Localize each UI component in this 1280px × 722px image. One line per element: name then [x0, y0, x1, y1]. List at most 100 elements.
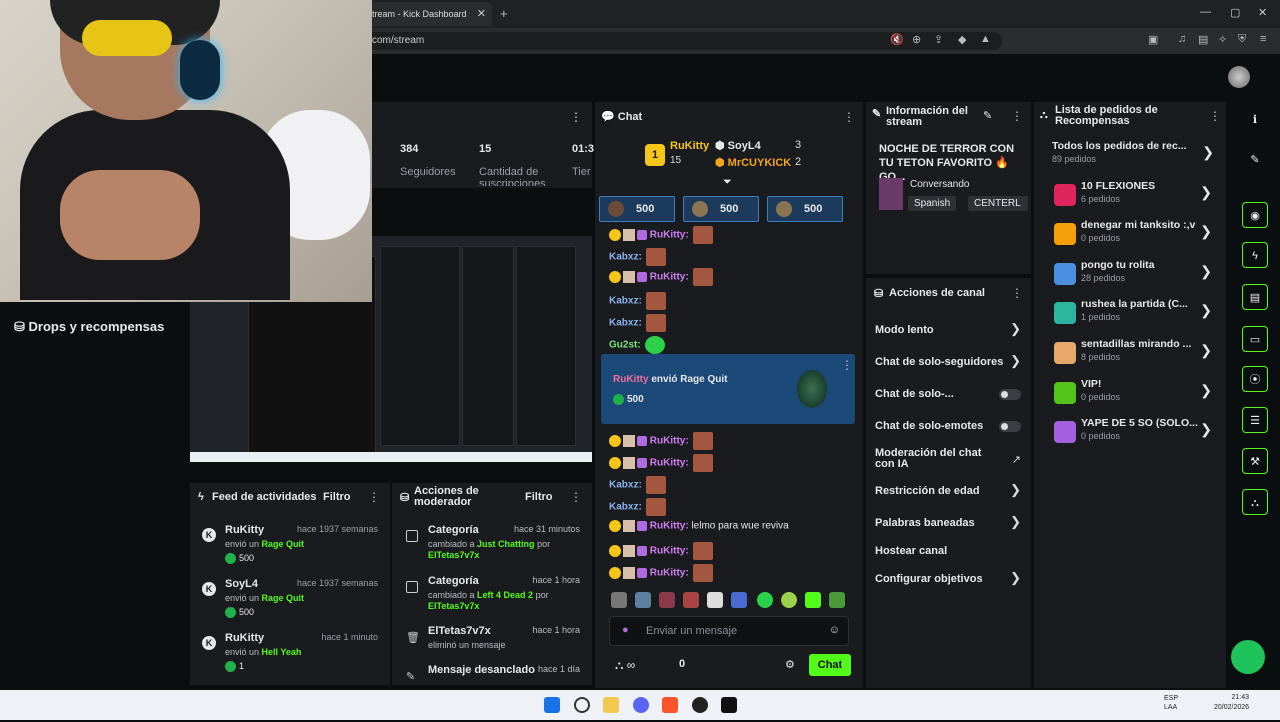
edit-icon[interactable]: ✎: [1242, 147, 1268, 173]
filter-button[interactable]: Filtro: [525, 491, 553, 503]
chevron-right-icon[interactable]: ❯: [1010, 570, 1021, 586]
broadcast-icon[interactable]: ⦿: [1242, 366, 1268, 392]
external-link-icon[interactable]: ↗: [1012, 453, 1021, 466]
reward-item[interactable]: sentadillas mirando ... 8 pedidos ❯: [1042, 338, 1222, 374]
emote-button[interactable]: [757, 592, 773, 608]
send-chat-button[interactable]: Chat: [809, 654, 851, 676]
emote-button[interactable]: [829, 592, 845, 608]
search-icon[interactable]: [574, 697, 590, 713]
chat-input[interactable]: ● Enviar un mensaje ☺: [609, 616, 849, 646]
sidebar-icon[interactable]: ▣: [1148, 33, 1158, 46]
new-tab-icon[interactable]: +: [500, 6, 508, 21]
filter-button[interactable]: Filtro: [323, 491, 351, 503]
action-slow-mode[interactable]: Modo lento: [875, 324, 1025, 336]
language-indicator[interactable]: ESP LAA: [1164, 694, 1178, 712]
chat-message[interactable]: Gu2st:: [609, 336, 665, 354]
reward-item[interactable]: denegar mi tanksito :,v 0 pedidos ❯: [1042, 219, 1222, 255]
stats-menu-icon[interactable]: ⋮: [570, 110, 582, 124]
browser-tab[interactable]: tream - Kick Dashboard ✕: [362, 2, 492, 26]
chat-message[interactable]: RuKitty:: [609, 226, 713, 244]
actions-menu-icon[interactable]: ⋮: [1011, 286, 1023, 300]
emote-button[interactable]: [731, 592, 747, 608]
emote-button[interactable]: [683, 592, 699, 608]
gift-card[interactable]: 500: [767, 196, 843, 222]
collapse-icon[interactable]: ⏷: [723, 176, 732, 189]
points-icon[interactable]: ⛬ ∞: [615, 658, 635, 673]
gift-card[interactable]: 500: [683, 196, 759, 222]
action-ai-moderation[interactable]: Moderación del chat con IA: [875, 448, 1000, 470]
obs-icon[interactable]: [692, 697, 708, 713]
help-chat-button[interactable]: [1231, 640, 1265, 674]
wallet-icon[interactable]: ▤: [1198, 33, 1208, 46]
chat-message[interactable]: Kabxz:: [609, 292, 666, 310]
chat-message[interactable]: Kabxz:: [609, 498, 666, 516]
reward-item-all[interactable]: Todos los pedidos de rec... 89 pedidos ❯: [1044, 140, 1224, 176]
address-bar[interactable]: com/stream: [362, 32, 1002, 50]
file-explorer-icon[interactable]: [603, 697, 619, 713]
edit-icon[interactable]: ✎: [983, 109, 992, 122]
action-banned-words[interactable]: Palabras baneadas: [875, 517, 975, 529]
media-icon[interactable]: ♫: [1178, 33, 1186, 45]
avatar[interactable]: [1228, 66, 1250, 88]
gift-card[interactable]: 500: [599, 196, 675, 222]
chat-menu-icon[interactable]: ⋮: [843, 110, 855, 124]
start-icon[interactable]: [544, 697, 560, 713]
camera-icon[interactable]: ◉: [1242, 202, 1268, 228]
action-host-channel[interactable]: Hostear canal: [875, 545, 947, 557]
chat-settings-icon[interactable]: ⚙: [785, 658, 795, 671]
leaderboard-first[interactable]: RuKitty: [670, 140, 709, 152]
leaderboard-second[interactable]: ⬢ SoyL4: [715, 139, 761, 152]
emotes-only-toggle[interactable]: [999, 421, 1021, 432]
discord-icon[interactable]: [633, 697, 649, 713]
chevron-right-icon[interactable]: ❯: [1010, 482, 1021, 498]
chevron-right-icon[interactable]: ❯: [1010, 514, 1021, 530]
chat-message[interactable]: RuKitty:: [609, 542, 713, 560]
reward-item[interactable]: rushea la partida (C... 1 pedidos ❯: [1042, 298, 1222, 334]
rewards-icon[interactable]: ⛬: [1242, 489, 1268, 515]
mute-icon[interactable]: 🔇: [890, 33, 904, 46]
mic-icon[interactable]: ●: [622, 624, 629, 636]
emote-button[interactable]: [611, 592, 627, 608]
action-age-restriction[interactable]: Restricción de edad: [875, 485, 980, 497]
chevron-right-icon[interactable]: ❯: [1010, 321, 1021, 337]
chevron-right-icon[interactable]: ❯: [1010, 353, 1021, 369]
brave-icon[interactable]: [662, 697, 678, 713]
chat-message[interactable]: Kabxz:: [609, 476, 666, 494]
chat-message[interactable]: RuKitty:: [609, 454, 713, 472]
leaderboard-third[interactable]: ⬢ MrCUYKICK: [715, 156, 791, 169]
chat-icon[interactable]: ▭: [1242, 326, 1268, 352]
gift-alert-card[interactable]: RuKitty envió Rage Quit 500 ⋮: [601, 354, 855, 424]
emote-button[interactable]: [781, 592, 797, 608]
notes-icon[interactable]: ▤: [1242, 284, 1268, 310]
reward-item[interactable]: YAPE DE 5 SO (SOLO... 0 pedidos ❯: [1042, 417, 1222, 453]
emote-button[interactable]: [805, 592, 821, 608]
minimize-icon[interactable]: —: [1200, 6, 1211, 18]
menu-icon[interactable]: ≡: [1260, 33, 1266, 45]
stack-icon[interactable]: ☰: [1242, 407, 1268, 433]
mod-user[interactable]: ElTetas7v7x: [428, 601, 479, 611]
chat-message[interactable]: RuKitty:: [609, 268, 713, 286]
alert-menu-icon[interactable]: ⋮: [841, 358, 853, 372]
system-clock[interactable]: 21:43 20/02/2026: [1214, 693, 1249, 713]
chat-message[interactable]: Kabxz:: [609, 248, 666, 266]
maximize-icon[interactable]: ▢: [1230, 6, 1240, 19]
chat-message[interactable]: RuKitty:: [609, 564, 713, 582]
brave-shield-icon[interactable]: ◆: [958, 33, 966, 46]
close-window-icon[interactable]: ✕: [1258, 6, 1267, 19]
feed-menu-icon[interactable]: ⋮: [368, 490, 380, 504]
terminal-icon[interactable]: [721, 697, 737, 713]
chat-message[interactable]: Kabxz:: [609, 314, 666, 332]
emoji-icon[interactable]: ☺: [829, 624, 840, 636]
bolt-icon[interactable]: ϟ: [1242, 242, 1268, 268]
chat-message[interactable]: RuKitty: lelmo para wue reviva: [609, 520, 789, 532]
wrench-icon[interactable]: ⚒: [1242, 448, 1268, 474]
reward-item[interactable]: 10 FLEXIONES 6 pedidos ❯: [1042, 180, 1222, 216]
emote-button[interactable]: [635, 592, 651, 608]
emote-button[interactable]: [659, 592, 675, 608]
action-subs-only[interactable]: Chat de solo-...: [875, 388, 954, 400]
subs-only-toggle[interactable]: [999, 389, 1021, 400]
info-menu-icon[interactable]: ⋮: [1011, 109, 1023, 123]
share-icon[interactable]: ⇪: [934, 33, 943, 46]
vpn-icon[interactable]: ⛨: [1238, 33, 1246, 46]
info-icon[interactable]: ℹ: [1242, 107, 1268, 133]
